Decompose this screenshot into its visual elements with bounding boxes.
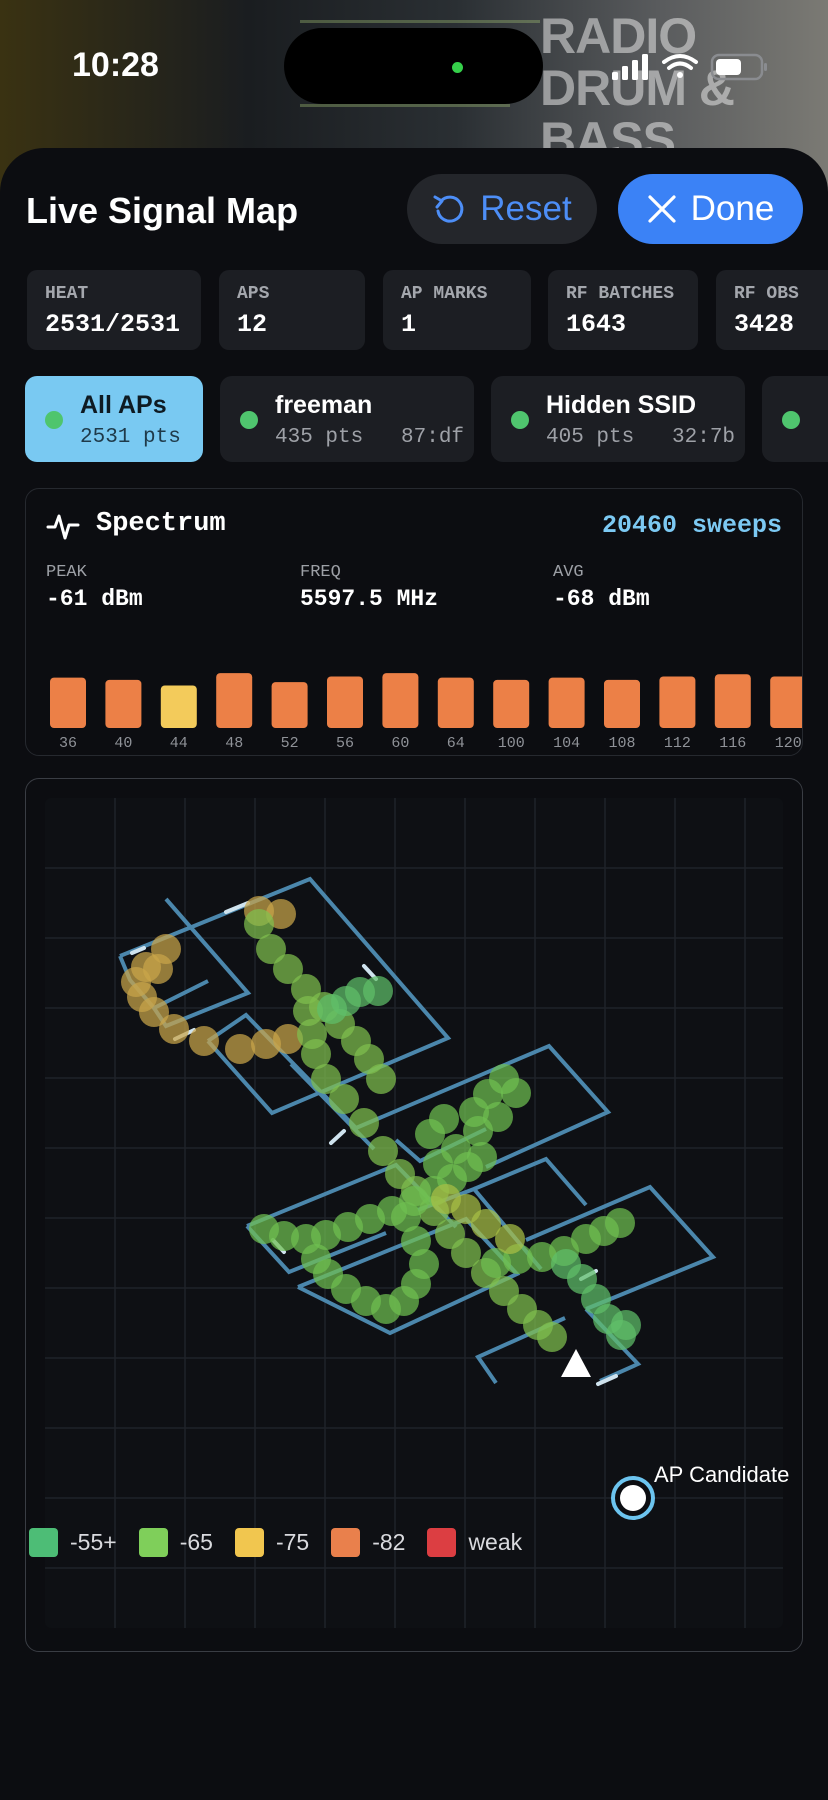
legend-item: -75 [234,1528,310,1557]
spectrum-bar-104 [548,677,585,728]
legend-label: weak [468,1529,523,1555]
cellular-signal-icon [612,54,648,80]
reset-label: Reset [480,189,572,228]
dynamic-island [284,28,543,104]
stat-card-aps: APS 12 [219,270,365,350]
spectrum-tick-60: 60 [391,735,409,752]
chip-all-aps[interactable]: All APs 2531 pts [25,376,203,462]
legend-label: -82 [372,1529,406,1555]
ap-candidate-marker[interactable] [611,1476,655,1520]
ap-filter-chips[interactable]: All APs 2531 pts freeman 435 pts 87:df H… [25,376,828,464]
spectrum-tick-64: 64 [447,735,465,752]
close-icon [648,195,676,223]
spectrum-bar-108 [604,679,640,728]
stat-card-heat: HEAT 2531/2531 [27,270,201,350]
spectrum-bar-36 [50,677,86,728]
spectrum-card: Spectrum 20460 sweeps PEAK -61 dBm FREQ … [25,488,803,756]
spectrum-tick-116: 116 [719,735,746,752]
legend-label: -55+ [70,1529,117,1555]
battery-icon [710,53,767,81]
legend-swatch [234,1528,264,1557]
wifi-icon [662,54,698,78]
legend-swatch [29,1528,58,1557]
spectrum-bar-64 [437,677,474,728]
legend-item: weak [427,1528,522,1557]
background-logo: RADIO DRUM & BASS [540,8,735,168]
signal-dot-icon [240,411,258,429]
spectrum-bar-52 [271,682,308,728]
status-icons [612,52,772,82]
signal-legend: -55+ -65 -75 -82 weak [29,1528,544,1557]
stat-card-rf-batches: RF BATCHES 1643 [548,270,698,350]
status-time: 10:28 [72,46,159,84]
reset-button[interactable]: Reset [407,174,597,244]
legend-swatch [331,1528,361,1557]
camera-indicator-icon [452,62,463,73]
spectrum-bar-40 [105,679,142,728]
ap-candidate-label: AP Candidate [654,1462,789,1487]
spectrum-bar-44 [160,685,197,728]
signal-dot-icon [511,411,529,429]
spectrum-bar-chart: 36 40 44 48 52 56 60 64 100 104 108 112 116 120 [50,673,802,752]
chip-freeman[interactable]: freeman 435 pts 87:df [220,376,474,462]
signal-dot-icon [45,411,63,429]
spectrum-bar-120 [770,676,802,728]
legend-item: -82 [331,1528,405,1557]
stats-row[interactable]: HEAT 2531/2531 APS 12 AP MARKS 1 RF BATC… [27,270,828,352]
spectrum-bar-112 [659,676,696,728]
chip-hidden-ssid[interactable]: Hidden SSID 405 pts 32:7b [491,376,745,462]
spectrum-tick-104: 104 [553,735,580,752]
spectrum-bar-56 [327,676,363,728]
spectrum-tick-108: 108 [608,735,635,752]
stat-card-rf-obs: RF OBS 3428 [716,270,828,350]
spectrum-tick-40: 40 [114,735,132,752]
spectrum-bar-116 [714,674,751,728]
spectrum-tick-36: 36 [59,735,77,752]
legend-item: -55+ [29,1528,117,1557]
legend-swatch [427,1528,457,1557]
spectrum-tick-100: 100 [498,735,525,752]
spectrum-tick-52: 52 [281,735,299,752]
spectrum-tick-56: 56 [336,735,354,752]
signal-dot-icon [782,411,800,429]
signal-map[interactable]: AP Candidate [25,778,803,1652]
spectrum-tick-48: 48 [225,735,243,752]
signal-map-sheet: Live Signal Map Reset Done HEAT 2531/253… [0,148,828,1800]
done-label: Done [690,189,775,228]
spectrum-tick-120: 120 [775,735,802,752]
legend-swatch [138,1528,168,1557]
spectrum-tick-44: 44 [170,735,188,752]
spectrum-bar-48 [216,673,253,728]
done-button[interactable]: Done [618,174,803,244]
spectrum-tick-112: 112 [664,735,691,752]
legend-item: -65 [138,1528,213,1557]
reset-icon [433,195,464,223]
legend-label: -75 [275,1529,310,1555]
legend-label: -65 [179,1529,213,1555]
chip-next[interactable] [762,376,828,462]
spectrum-bar-100 [493,679,530,728]
stat-card-ap-marks: AP MARKS 1 [383,270,531,350]
spectrum-bar-60 [382,673,419,728]
page-title: Live Signal Map [26,190,299,231]
